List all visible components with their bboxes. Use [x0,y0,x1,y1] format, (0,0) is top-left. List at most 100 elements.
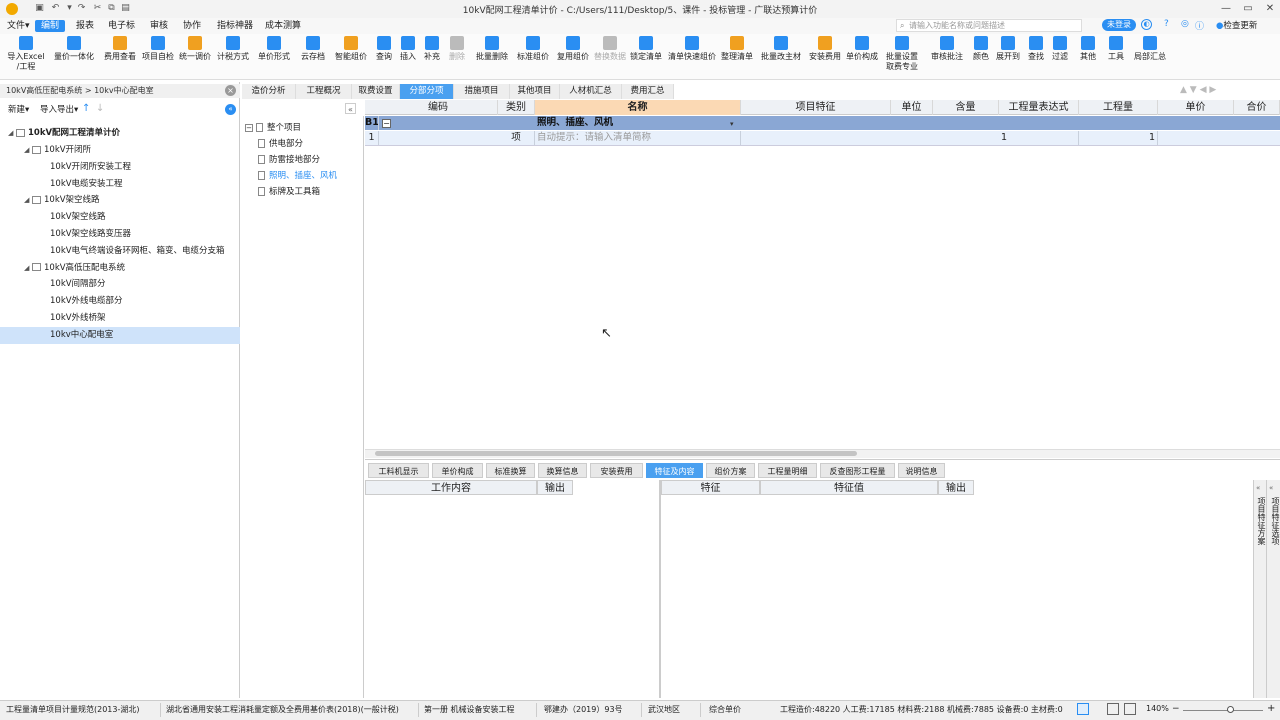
menu-e-bid[interactable]: 电子标 [105,20,138,32]
arrow-right-icon[interactable]: ▶ [1209,85,1216,95]
collapse-arrow-icon[interactable]: ◢ [24,260,32,277]
menu-edit[interactable]: 编制 [35,20,65,32]
bottom-tab-6[interactable]: 组价方案 [706,463,755,478]
side-tab-feature-options[interactable]: 项目特征选项 [1267,497,1280,545]
toolbar-button-19[interactable]: 整理清单 [718,36,756,62]
row-qty-expression[interactable]: 1 [999,131,1079,145]
section-name[interactable]: 照明、插座、风机 [535,116,741,130]
side-collapse-icon[interactable]: « [1256,484,1260,492]
toolbar-button-23[interactable]: 批量设置 取费专业 [880,36,924,72]
tab-3[interactable]: 分部分项 [400,84,454,99]
toolbar-button-0[interactable]: 导入Excel/工程 [4,36,48,72]
arrow-up-icon[interactable]: ▲ [1180,85,1187,95]
view-mode-icon[interactable] [1077,703,1089,715]
toolbar-button-10[interactable]: 插入 [396,36,420,62]
column-header-5[interactable]: 含量 [933,100,999,115]
tree-root[interactable]: ◢ 10kV配网工程清单计价 [0,125,240,142]
bottom-tab-5[interactable]: 特征及内容 [646,463,703,478]
menu-collab[interactable]: 协作 [180,20,204,32]
collapse-arrow-icon[interactable]: ◢ [24,192,32,209]
close-icon[interactable]: ✕ [1260,2,1280,16]
toolbar-button-30[interactable]: 工具 [1104,36,1128,62]
column-header-7[interactable]: 工程量 [1079,100,1158,115]
tree-item[interactable]: 10kV外线桥架 [0,310,240,327]
row-quantity[interactable]: 1 [1079,131,1158,145]
toolbar-button-17[interactable]: 锁定清单 [626,36,666,62]
column-header-6[interactable]: 工程量表达式 [999,100,1079,115]
toolbar-button-6[interactable]: 单价形式 [252,36,296,62]
tree-item[interactable]: 10kV电气终端设备环网柜、箱变、电缆分支箱 [0,243,240,260]
minimize-icon[interactable]: — [1216,2,1236,16]
bottom-tab-0[interactable]: 工料机显示 [368,463,429,478]
tree-item[interactable]: 10kV架空线路变压器 [0,226,240,243]
toolbar-button-16[interactable]: 替换数据 [594,36,626,62]
tab-0[interactable]: 造价分析 [242,84,296,99]
arrow-left-icon[interactable]: ◀ [1200,85,1207,95]
info-icon[interactable]: ⓘ [1195,19,1206,32]
side-collapse-icon-2[interactable]: « [1269,484,1273,492]
collapse-panel-icon[interactable]: « [225,104,236,115]
midtree-item[interactable]: 供电部分 [258,136,380,152]
pane-splitter[interactable] [659,480,661,698]
new-button[interactable]: 新建▾ [8,103,29,115]
tree-group[interactable]: ◢ 10kV开闭所 [0,142,240,159]
toolbar-button-2[interactable]: 费用查看 [100,36,140,62]
menu-review[interactable]: 审核 [147,20,171,32]
column-header-3[interactable]: 项目特征 [741,100,891,115]
collapse-arrow-icon[interactable]: ◢ [8,125,16,142]
bottom-tab-1[interactable]: 单价构成 [432,463,483,478]
toolbar-button-20[interactable]: 批量改主材 [756,36,806,62]
tab-4[interactable]: 措施项目 [454,84,510,99]
zoom-out-icon[interactable]: − [1172,704,1180,714]
zoom-slider[interactable] [1183,710,1263,711]
bottom-tab-4[interactable]: 安装费用 [590,463,643,478]
collapse-midtree-icon[interactable]: « [345,103,356,114]
section-collapse-icon[interactable]: − [382,119,391,128]
tree-item[interactable]: 10kV架空线路 [0,209,240,226]
bottom-tab-8[interactable]: 反查图形工程量 [820,463,895,478]
collapse-arrow-icon[interactable]: ◢ [24,142,32,159]
toolbar-button-25[interactable]: 颜色 [970,36,992,62]
column-header-0[interactable]: 编码 [379,100,498,115]
bottom-tab-7[interactable]: 工程量明细 [758,463,817,478]
tab-6[interactable]: 人材机汇总 [560,84,622,99]
toolbar-button-11[interactable]: 补充 [420,36,444,62]
menu-report[interactable]: 报表 [73,20,97,32]
tree-item[interactable]: 10kV外线电缆部分 [0,293,240,310]
column-header-8[interactable]: 单价 [1158,100,1234,115]
bottom-tab-2[interactable]: 标准换算 [486,463,535,478]
collapse-box-icon[interactable]: − [245,124,253,132]
toolbar-button-31[interactable]: 局部汇总 [1128,36,1172,62]
layout-alt-icon[interactable] [1124,703,1136,715]
toolbar-button-24[interactable]: 审核批注 [924,36,970,62]
layout-icon[interactable] [1107,703,1119,715]
tab-7[interactable]: 费用汇总 [622,84,674,99]
zoom-slider-thumb[interactable] [1227,706,1234,713]
toolbar-button-15[interactable]: 复用组价 [552,36,594,62]
section-row[interactable] [365,116,1280,130]
toolbar-button-5[interactable]: 计税方式 [214,36,252,62]
column-header-2[interactable]: 名称 [535,100,741,115]
toolbar-button-7[interactable]: 云存档 [296,36,330,62]
search-input[interactable]: ⌕ 请输入功能名称或问题描述 [896,19,1082,32]
row-type[interactable]: 项 [498,131,535,145]
tab-1[interactable]: 工程概况 [296,84,352,99]
toolbar-button-22[interactable]: 单价构成 [844,36,880,62]
zoom-in-icon[interactable]: + [1267,703,1275,714]
menu-index-tool[interactable]: 指标神器 [214,20,256,32]
dropdown-icon[interactable]: ▾ [730,120,734,128]
toolbar-button-3[interactable]: 项目自检 [140,36,176,62]
toolbar-button-14[interactable]: 标准组价 [514,36,552,62]
toolbar-button-18[interactable]: 清单快速组价 [666,36,718,62]
menu-cost-calc[interactable]: 成本测算 [262,20,304,32]
bottom-tab-3[interactable]: 换算信息 [538,463,587,478]
tree-group[interactable]: ◢ 10kV架空线路 [0,192,240,209]
user-icon[interactable]: ◐ [1141,19,1152,30]
tree-item[interactable]: 10kv中心配电室 [0,326,240,344]
toolbar-button-8[interactable]: 智能组价 [330,36,372,62]
arrow-down-icon[interactable]: ▼ [1190,85,1197,95]
move-up-icon[interactable]: ↑ [82,103,90,114]
toolbar-button-12[interactable]: 删除 [444,36,470,62]
column-header-9[interactable]: 合价 [1234,100,1280,115]
import-export-button[interactable]: 导入导出▾ [40,103,78,115]
